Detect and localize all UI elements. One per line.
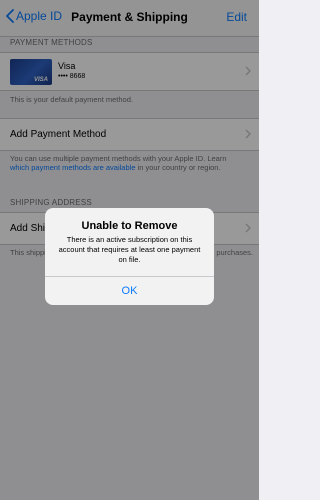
- ok-button[interactable]: OK: [45, 277, 214, 305]
- alert-title: Unable to Remove: [81, 220, 178, 232]
- alert-message: There is an active subscription on this …: [58, 235, 201, 264]
- alert-dialog: Unable to Remove There is an active subs…: [45, 208, 214, 305]
